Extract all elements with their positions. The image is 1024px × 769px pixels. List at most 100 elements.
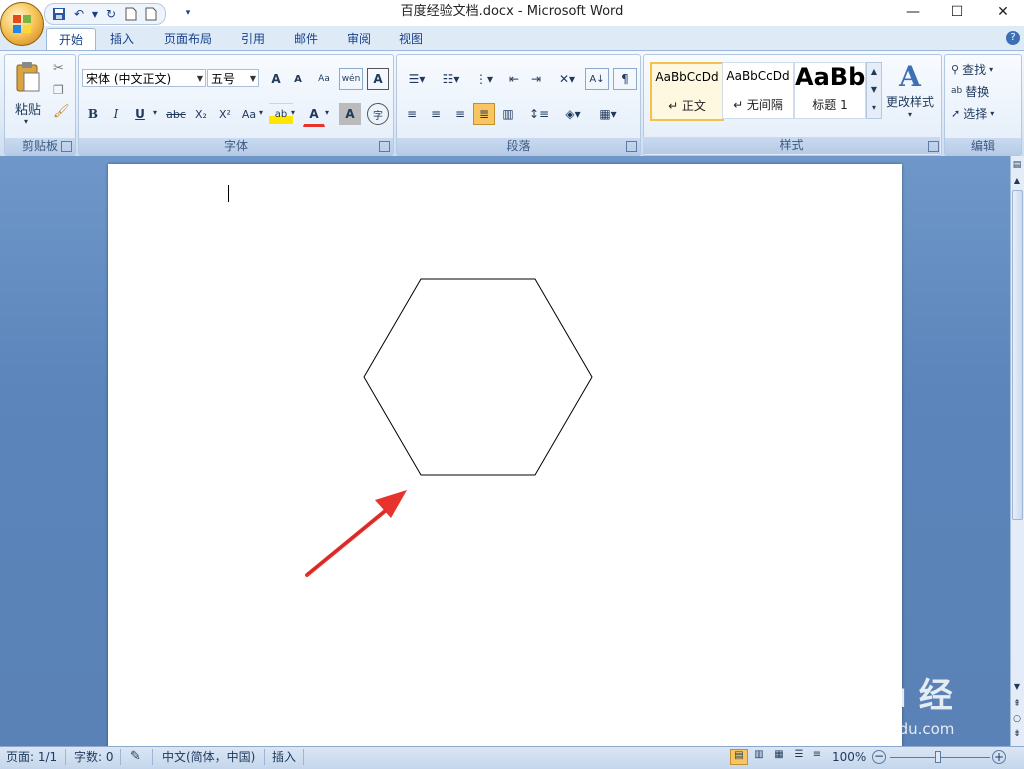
align-right-button[interactable]: ≡	[449, 103, 471, 125]
style-heading-1[interactable]: AaBb 标题 1	[794, 62, 866, 119]
numbering-button[interactable]: ☷▾	[435, 68, 467, 90]
font-launcher-icon[interactable]	[379, 141, 390, 152]
find-button[interactable]: ⚲ 查找 ▾	[951, 59, 993, 79]
replace-button[interactable]: ab 替换	[951, 81, 989, 101]
print-layout-view-icon[interactable]: ▤	[730, 749, 748, 765]
help-icon[interactable]: ?	[1006, 31, 1020, 45]
grow-font-button[interactable]: A	[265, 68, 287, 90]
align-left-button[interactable]: ≡	[401, 103, 423, 125]
tab-references[interactable]: 引用	[229, 28, 277, 50]
multilevel-list-button[interactable]: ⋮▾	[469, 68, 499, 90]
enclose-characters-button[interactable]: 字	[367, 103, 389, 125]
zoom-level[interactable]: 100%	[832, 749, 866, 765]
paragraph-group: ☰▾ ☷▾ ⋮▾ ⇤ ⇥ ✕▾ A↓ ¶ ≡ ≡ ≡ ≣ ▥ ↕≡ ◈▾ ▦▾ …	[396, 54, 641, 156]
change-case-dropdown-icon[interactable]: ▾	[259, 108, 263, 117]
scroll-up-icon[interactable]: ▲	[1011, 176, 1023, 188]
hexagon-shape[interactable]	[363, 278, 593, 476]
web-layout-view-icon[interactable]: ▦	[770, 749, 788, 765]
change-case-button[interactable]: Aa	[237, 103, 261, 125]
asian-layout-icon: ✕▾	[558, 72, 576, 86]
font-size-combo[interactable]: 五号 ▼	[207, 69, 259, 87]
format-painter-icon[interactable]: 🖌	[53, 104, 70, 119]
paste-label: 粘贴	[14, 103, 41, 118]
zoom-in-icon[interactable]: +	[992, 750, 1006, 764]
status-word-count[interactable]: 字数: 0	[74, 749, 114, 765]
select-browse-object-icon[interactable]: ○	[1011, 714, 1023, 726]
font-color-dropdown-icon[interactable]: ▾	[325, 108, 329, 117]
ruler-toggle-icon[interactable]: ▤	[1011, 160, 1023, 174]
paragraph-launcher-icon[interactable]	[626, 141, 637, 152]
scroll-down-icon[interactable]: ▼	[1011, 682, 1023, 694]
close-button[interactable]: ✕	[980, 0, 1024, 24]
maximize-button[interactable]: ☐	[934, 0, 980, 24]
watermark-site: jingyan.baidu.com	[816, 720, 955, 738]
clear-formatting-button[interactable]: Aa	[313, 68, 335, 90]
font-name-combo[interactable]: 宋体 (中文正文) ▼	[82, 69, 206, 87]
superscript-button[interactable]: X²	[213, 103, 237, 125]
scroll-thumb[interactable]	[1012, 190, 1023, 520]
subscript-button[interactable]: X₂	[189, 103, 213, 125]
bullets-button[interactable]: ☰▾	[401, 68, 433, 90]
outline-view-icon[interactable]: ☰	[790, 749, 808, 765]
cut-icon[interactable]: ✂	[53, 61, 64, 76]
red-arrow-annotation	[305, 490, 407, 577]
change-styles-button[interactable]: A 更改样式 ▾	[884, 60, 936, 130]
minimize-button[interactable]: —	[890, 0, 936, 24]
distributed-button[interactable]: ▥	[497, 103, 519, 125]
status-language[interactable]: 中文(简体，中国)	[162, 749, 255, 765]
zoom-slider-thumb[interactable]	[935, 751, 941, 763]
status-page[interactable]: 页面: 1/1	[6, 749, 57, 765]
align-right-icon: ≡	[454, 107, 466, 121]
highlight-button[interactable]: ab	[269, 103, 293, 125]
tab-review[interactable]: 审阅	[335, 28, 383, 50]
increase-indent-button[interactable]: ⇥	[525, 68, 547, 90]
underline-button[interactable]: U	[129, 103, 151, 125]
select-button[interactable]: ➚ 选择 ▾	[951, 103, 994, 123]
style-no-spacing[interactable]: AaBbCcDd ↵ 无间隔	[722, 62, 794, 119]
char-shading-button[interactable]: A	[339, 103, 361, 125]
show-marks-button[interactable]: ¶	[613, 68, 637, 90]
paste-button[interactable]: 粘贴 ▾	[9, 59, 47, 129]
line-spacing-button[interactable]: ↕≡	[523, 103, 555, 125]
tab-view[interactable]: 视图	[387, 28, 435, 50]
phonetic-guide-button[interactable]: wén	[339, 68, 363, 90]
tab-home[interactable]: 开始	[46, 28, 97, 51]
font-color-button[interactable]: A	[303, 103, 325, 127]
font-size-dropdown-icon: ▼	[249, 74, 256, 83]
shrink-font-button[interactable]: A	[287, 68, 309, 90]
styles-scroll[interactable]: ▲ ▼ ▾	[866, 62, 882, 119]
paste-dropdown-icon: ▾	[24, 117, 29, 126]
tab-page-layout[interactable]: 页面布局	[152, 28, 224, 50]
borders-button[interactable]: ▦▾	[591, 103, 625, 125]
status-insert-mode[interactable]: 插入	[272, 749, 296, 765]
draft-view-icon[interactable]: ≡	[808, 749, 826, 765]
copy-icon[interactable]: ❐	[53, 83, 64, 97]
editing-group: ⚲ 查找 ▾ ab 替换 ➚ 选择 ▾ 编辑	[944, 54, 1022, 156]
italic-button[interactable]: I	[105, 103, 127, 125]
style-normal[interactable]: AaBbCcDd ↵ 正文	[650, 62, 724, 121]
previous-page-icon[interactable]: ⇞	[1011, 699, 1023, 711]
office-button[interactable]	[0, 2, 44, 46]
full-screen-reading-view-icon[interactable]: ▥	[750, 749, 768, 765]
shading-button[interactable]: ◈▾	[557, 103, 589, 125]
clipboard-launcher-icon[interactable]	[61, 141, 72, 152]
sort-button[interactable]: A↓	[585, 68, 609, 90]
styles-launcher-icon[interactable]	[928, 141, 939, 152]
char-border-button[interactable]: A	[367, 68, 389, 90]
next-page-icon[interactable]: ⇟	[1011, 729, 1023, 741]
proofing-icon[interactable]: ✎	[130, 749, 141, 765]
status-separator	[264, 749, 265, 765]
zoom-out-icon[interactable]: −	[872, 750, 886, 764]
style-no-spacing-sample: AaBbCcDd	[726, 69, 790, 83]
tab-insert[interactable]: 插入	[98, 28, 146, 50]
underline-dropdown-icon[interactable]: ▾	[153, 108, 157, 117]
align-center-button[interactable]: ≡	[425, 103, 447, 125]
strikethrough-button[interactable]: abc	[163, 103, 189, 125]
tab-mailings[interactable]: 邮件	[282, 28, 330, 50]
asian-layout-button[interactable]: ✕▾	[551, 68, 583, 90]
decrease-indent-button[interactable]: ⇤	[503, 68, 525, 90]
justify-button[interactable]: ≣	[473, 103, 495, 125]
highlight-dropdown-icon[interactable]: ▾	[291, 108, 295, 117]
status-separator	[303, 749, 304, 765]
bold-button[interactable]: B	[82, 103, 104, 125]
